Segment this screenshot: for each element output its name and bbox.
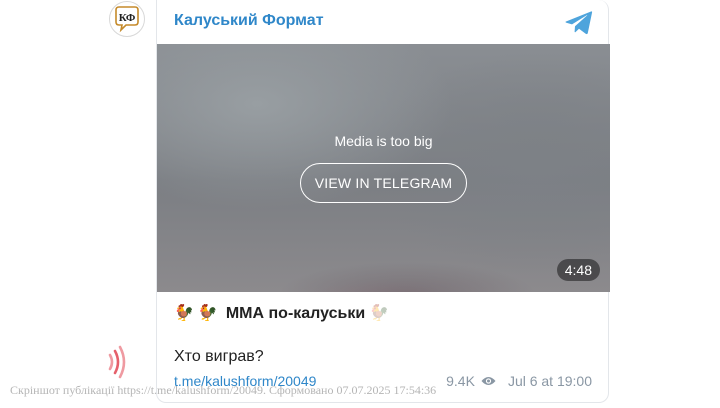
view-in-telegram-button[interactable]: VIEW IN TELEGRAM [300,163,467,203]
video-preview[interactable]: Media is too big VIEW IN TELEGRAM 4:48 [157,44,610,292]
post-title: ММА по-калуськи [225,305,366,322]
video-duration-badge: 4:48 [556,259,600,281]
channel-name-link[interactable]: Калуський Формат [174,12,324,30]
rooster-emoji-icon: 🐓 [174,305,194,322]
post-date[interactable]: Jul 6 at 19:00 [508,373,592,389]
post-card: Калуський Формат Media is too big VIEW I… [156,0,610,403]
svg-text:КФ: КФ [119,12,136,24]
media-too-big-notice: Media is too big [334,133,433,149]
avatar-logo-icon: КФ [115,6,139,33]
broadcast-signal-icon [108,345,126,379]
views-count: 9.4K [446,373,475,389]
post-body: Хто виграв? [174,348,264,365]
rooster-emoji-icon: 🐓 [369,305,390,322]
post-title-line: 🐓 🐓 ММА по-калуськи 🐓 [174,305,389,323]
screenshot-caption: Скріншот публікації https://t.me/kalushf… [10,383,437,397]
channel-avatar[interactable]: КФ [109,1,145,37]
rooster-emoji-icon: 🐓 [197,305,218,322]
eye-icon [481,377,496,385]
telegram-icon[interactable] [564,9,594,37]
post-meta: 9.4K Jul 6 at 19:00 [446,373,592,389]
